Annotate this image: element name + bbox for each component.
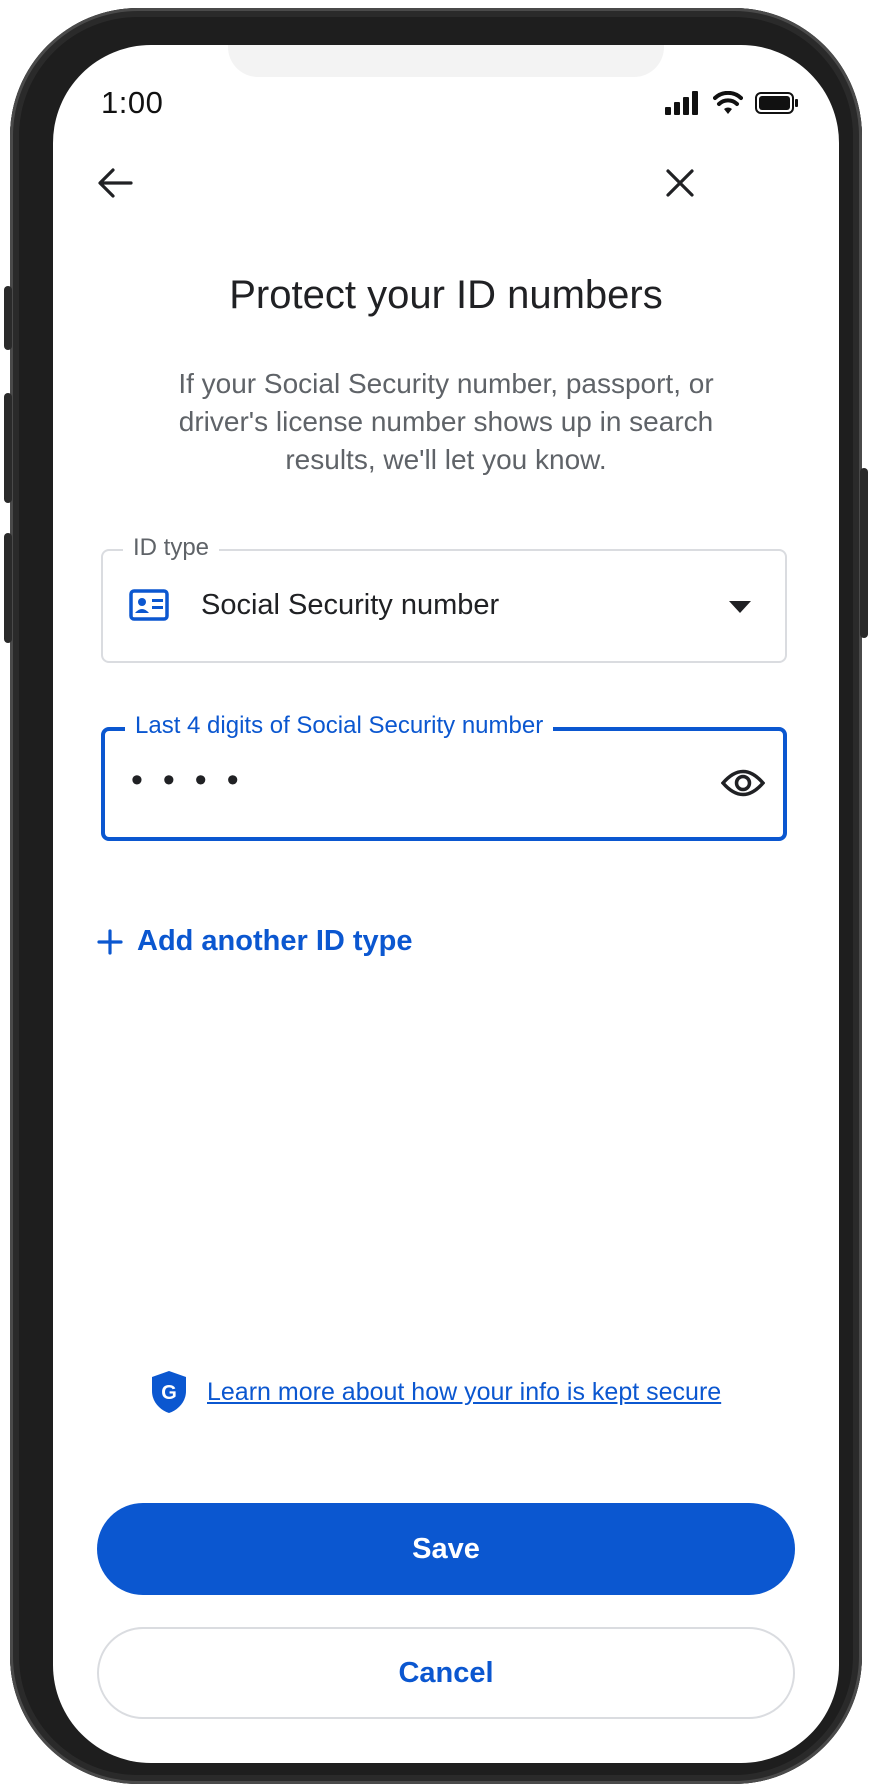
- notch: [228, 45, 664, 77]
- google-shield-icon: G: [152, 1371, 186, 1413]
- security-info-row: G Learn more about how your info is kept…: [149, 1369, 721, 1415]
- close-button[interactable]: [652, 155, 708, 211]
- add-another-id-label: Add another ID type: [137, 925, 413, 957]
- id-type-select[interactable]: ID type Social Security number: [101, 533, 787, 663]
- arrow-left-icon: [98, 168, 133, 198]
- dropdown-arrow-icon: [729, 601, 751, 613]
- ssn-digits-field[interactable]: Last 4 digits of Social Security number …: [101, 711, 787, 841]
- wifi-icon: [713, 91, 743, 114]
- plus-icon: [97, 928, 123, 955]
- page-description: If your Social Security number, passport…: [178, 368, 714, 475]
- signal-icon: [665, 91, 698, 115]
- power-button: [860, 468, 868, 638]
- ssn-digits-input[interactable]: ••••: [131, 761, 259, 800]
- ssn-digits-label: Last 4 digits of Social Security number: [125, 711, 554, 741]
- back-button[interactable]: [87, 155, 143, 211]
- volume-up-button: [4, 393, 12, 503]
- svg-text:G: G: [161, 1382, 177, 1404]
- status-time: 1:00: [101, 85, 164, 120]
- page-title: Protect your ID numbers: [229, 273, 663, 317]
- show-password-toggle[interactable]: [717, 759, 769, 807]
- eye-icon: [721, 769, 765, 797]
- volume-down-button: [4, 533, 12, 643]
- learn-more-link[interactable]: Learn more about how your info is kept s…: [207, 1378, 721, 1407]
- cancel-button[interactable]: Cancel: [97, 1627, 795, 1719]
- battery-icon: [755, 92, 798, 114]
- side-button: [4, 286, 12, 350]
- close-icon: [666, 169, 694, 197]
- save-button[interactable]: Save: [97, 1503, 795, 1595]
- status-icons: [665, 89, 799, 117]
- id-card-icon: [129, 589, 169, 621]
- id-type-label: ID type: [123, 533, 220, 563]
- id-type-value: Social Security number: [201, 589, 500, 621]
- add-another-id-button[interactable]: Add another ID type: [97, 925, 413, 958]
- phone-frame: 1:00 Protect your ID numbers If your Soc…: [4, 8, 868, 1784]
- phone-screen: 1:00 Protect your ID numbers If your Soc…: [53, 45, 839, 1763]
